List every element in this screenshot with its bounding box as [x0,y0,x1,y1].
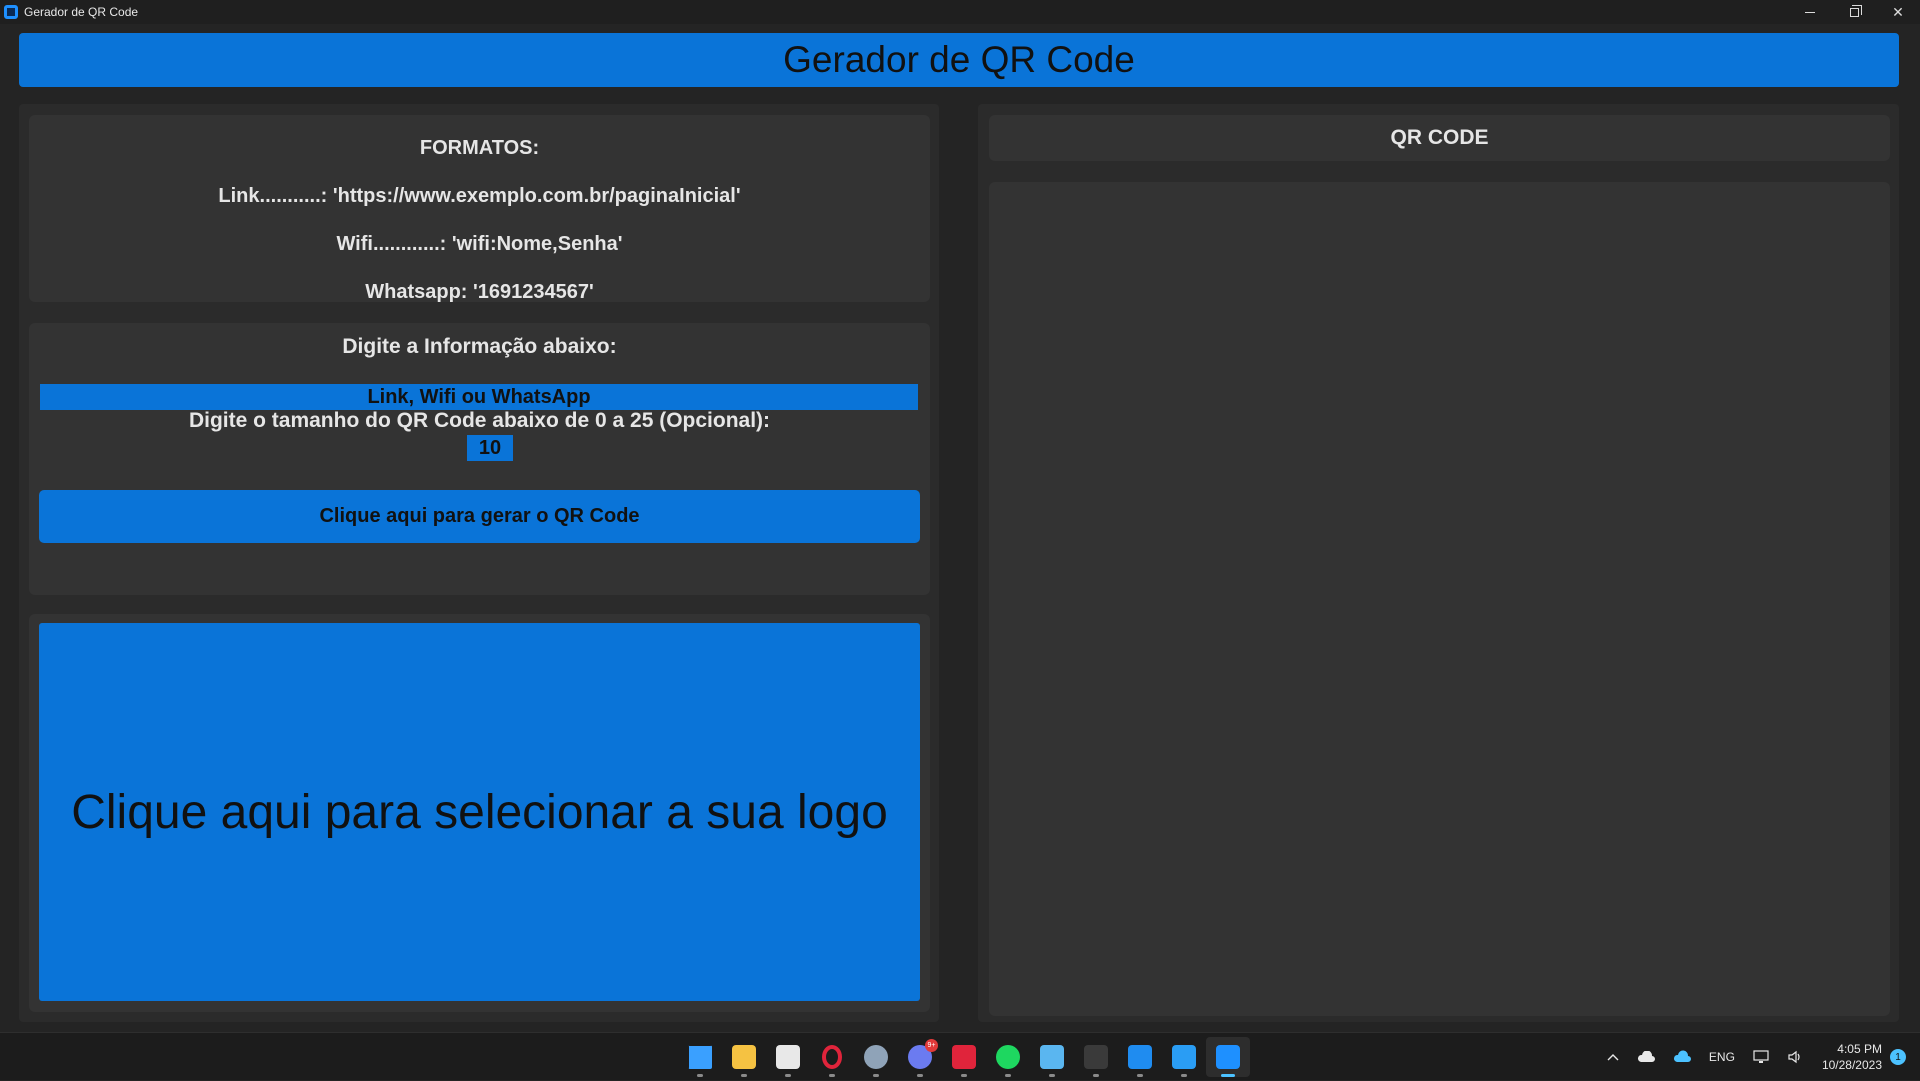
running-indicator [697,1074,703,1077]
running-indicator [785,1074,791,1077]
clock-date: 10/28/2023 [1821,1058,1882,1072]
qr-display-area [989,182,1890,1016]
running-indicator [917,1074,923,1077]
size-label: Digite o tamanho do QR Code abaixo de 0 … [188,409,771,432]
taskbar: 9+ ENG 4:05 PM 10/28/2023 1 [0,1032,1920,1080]
window-controls: ✕ [1788,0,1920,24]
running-indicator [1093,1074,1099,1077]
taskbar-app-6[interactable] [942,1037,986,1077]
right-column: QR CODE [978,104,1899,1022]
taskbar-app-0[interactable] [678,1037,722,1077]
taskbar-app-4[interactable] [854,1037,898,1077]
onedrive-sync-icon[interactable] [1673,1050,1691,1064]
clock[interactable]: 4:05 PM 10/28/2023 [1822,1041,1882,1073]
adobe-icon [952,1045,976,1069]
running-indicator [1049,1074,1055,1077]
taskbar-app-10[interactable] [1118,1037,1162,1077]
notification-badge[interactable]: 1 [1890,1049,1906,1065]
clock-time: 4:05 PM [1837,1042,1882,1056]
info-label: Digite a Informação abaixo: [342,335,617,358]
minimize-button[interactable] [1788,0,1832,24]
page-title: Gerador de QR Code [19,33,1899,87]
qr-heading: QR CODE [989,115,1890,161]
formats-heading: FORMATOS: [419,137,540,159]
app-badge: 9+ [925,1039,938,1052]
taskbar-app-2[interactable] [766,1037,810,1077]
onedrive-icon[interactable] [1637,1051,1655,1063]
running-indicator [1221,1074,1235,1077]
language-indicator[interactable]: ENG [1709,1050,1735,1064]
running-indicator [1181,1074,1187,1077]
taskbar-app-7[interactable] [986,1037,1030,1077]
vscode-icon [1172,1045,1196,1069]
size-input[interactable] [467,435,513,461]
select-logo-button[interactable]: Clique aqui para selecionar a sua logo [39,623,920,1001]
volume-icon[interactable] [1787,1050,1803,1064]
taskbar-app-8[interactable] [1030,1037,1074,1077]
left-column: FORMATOS: Link...........: 'https://www.… [19,104,939,1022]
taskbar-app-5[interactable]: 9+ [898,1037,942,1077]
input-panel: Digite a Informação abaixo: Digite o tam… [29,323,930,595]
taskbar-app-9[interactable] [1074,1037,1118,1077]
restore-icon [1849,4,1862,17]
taskbar-apps: 9+ [678,1033,1250,1081]
logo-panel: Clique aqui para selecionar a sua logo [29,614,930,1012]
store-icon [776,1045,800,1069]
running-indicator [1005,1074,1011,1077]
window-title: Gerador de QR Code [24,5,139,19]
file-explorer-icon [732,1045,756,1069]
format-link: Link...........: 'https://www.exemplo.co… [218,185,741,207]
running-indicator [961,1074,967,1077]
remote-desktop-icon [1040,1045,1064,1069]
terminal-icon [1084,1045,1108,1069]
formats-panel: FORMATOS: Link...........: 'https://www.… [29,115,930,303]
start-icon [688,1045,712,1069]
running-indicator [1137,1074,1143,1077]
app-logo-icon [4,5,18,19]
defender-icon [1128,1045,1152,1069]
close-button[interactable]: ✕ [1876,0,1920,24]
system-tray: ENG 4:05 PM 10/28/2023 1 [1598,1033,1920,1081]
taskbar-app-11[interactable] [1162,1037,1206,1077]
taskbar-app-12[interactable] [1206,1037,1250,1077]
spotify-icon [996,1045,1020,1069]
format-whatsapp: Whatsapp: '1691234567' [365,281,594,303]
window-titlebar: Gerador de QR Code ✕ [0,0,1920,24]
chevron-up-icon[interactable] [1607,1053,1619,1061]
running-indicator [873,1074,879,1077]
restore-button[interactable] [1832,0,1876,24]
running-indicator [741,1074,747,1077]
opera-icon [822,1045,842,1069]
format-wifi: Wifi............: 'wifi:Nome,Senha' [336,233,623,255]
generate-qr-button[interactable]: Clique aqui para gerar o QR Code [39,490,920,543]
network-icon[interactable] [1753,1050,1769,1064]
running-indicator [829,1074,835,1077]
info-input[interactable] [40,384,918,410]
qr-app-icon [1216,1045,1240,1069]
taskbar-app-3[interactable] [810,1037,854,1077]
settings-icon [864,1045,888,1069]
taskbar-app-1[interactable] [722,1037,766,1077]
